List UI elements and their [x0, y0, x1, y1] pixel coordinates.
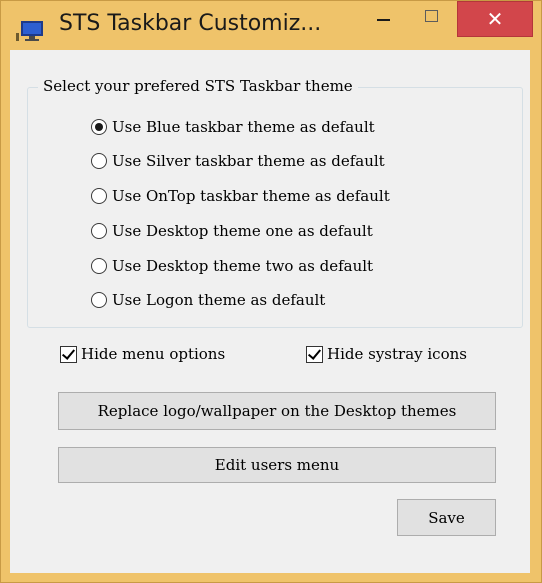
- checkbox-label: Hide systray icons: [327, 345, 467, 363]
- radio-label: Use OnTop taskbar theme as default: [112, 187, 390, 205]
- minimize-button[interactable]: [363, 1, 407, 35]
- main-window: STS Taskbar Customiz... ✕ Select your pr…: [0, 0, 542, 583]
- radio-desktop-two-theme[interactable]: Use Desktop theme two as default: [91, 254, 373, 278]
- radio-label: Use Logon theme as default: [112, 291, 326, 309]
- radio-desktop-one-theme[interactable]: Use Desktop theme one as default: [91, 219, 373, 243]
- radio-button[interactable]: [91, 258, 107, 274]
- replace-logo-wallpaper-button[interactable]: Replace logo/wallpaper on the Desktop th…: [58, 392, 496, 430]
- computer-monitor-icon: [16, 21, 43, 41]
- checkbox-box[interactable]: [306, 345, 323, 363]
- client-area: Select your prefered STS Taskbar theme U…: [10, 50, 530, 573]
- radio-button[interactable]: [91, 119, 107, 135]
- close-button[interactable]: ✕: [457, 1, 533, 37]
- radio-label: Use Blue taskbar theme as default: [112, 118, 375, 136]
- radio-button[interactable]: [91, 223, 107, 239]
- radio-button[interactable]: [91, 153, 107, 169]
- radio-label: Use Desktop theme one as default: [112, 222, 373, 240]
- edit-users-menu-button[interactable]: Edit users menu: [58, 447, 496, 483]
- radio-label: Use Desktop theme two as default: [112, 257, 374, 275]
- radio-label: Use Silver taskbar theme as default: [112, 152, 385, 170]
- checkbox-box[interactable]: [60, 345, 77, 363]
- save-button[interactable]: Save: [397, 499, 496, 536]
- hide-menu-options-checkbox[interactable]: Hide menu options: [60, 342, 225, 366]
- hide-systray-icons-checkbox[interactable]: Hide systray icons: [306, 342, 467, 366]
- radio-logon-theme[interactable]: Use Logon theme as default: [91, 288, 325, 312]
- theme-group-legend: Select your prefered STS Taskbar theme: [38, 77, 358, 95]
- close-icon: ✕: [486, 7, 504, 31]
- window-title: STS Taskbar Customiz...: [59, 11, 322, 36]
- title-bar[interactable]: STS Taskbar Customiz... ✕: [1, 1, 541, 45]
- radio-button[interactable]: [91, 292, 107, 308]
- radio-ontop-theme[interactable]: Use OnTop taskbar theme as default: [91, 184, 390, 208]
- radio-button[interactable]: [91, 188, 107, 204]
- checkbox-label: Hide menu options: [81, 345, 226, 363]
- radio-silver-theme[interactable]: Use Silver taskbar theme as default: [91, 149, 385, 173]
- maximize-button[interactable]: [409, 1, 453, 35]
- radio-blue-theme[interactable]: Use Blue taskbar theme as default: [91, 115, 375, 139]
